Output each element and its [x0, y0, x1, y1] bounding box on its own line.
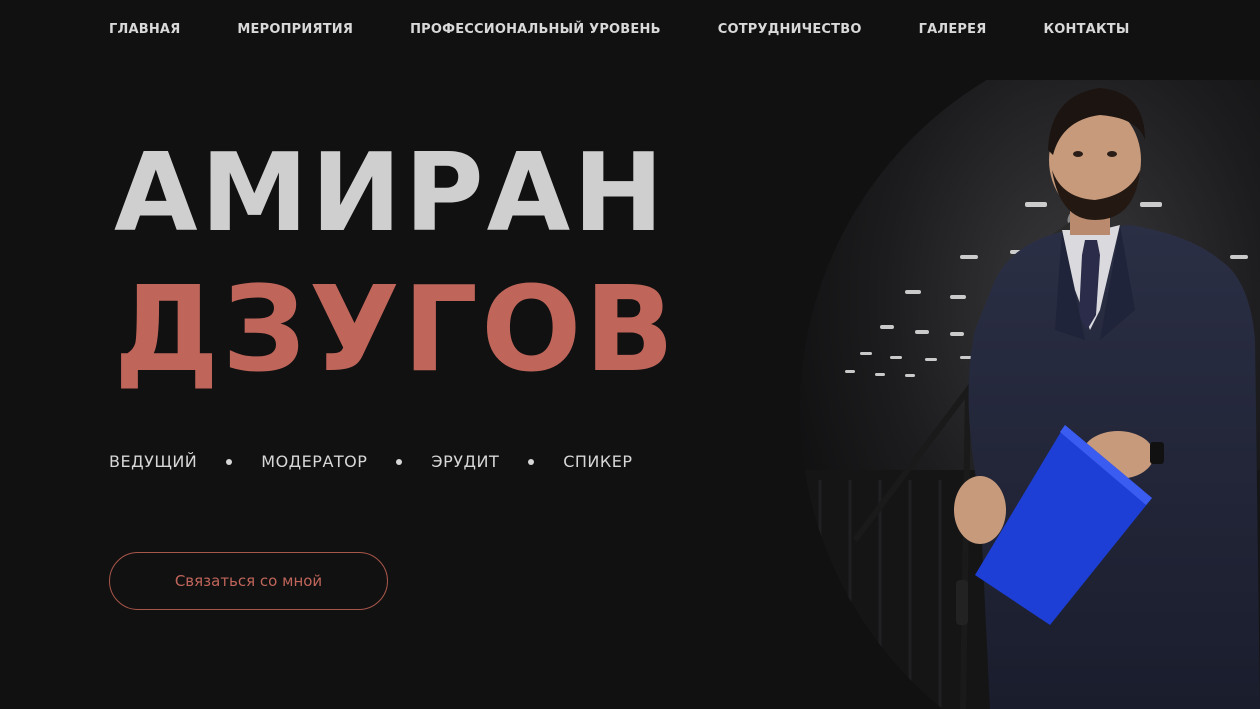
nav-item-events[interactable]: МЕРОПРИЯТИЯ — [237, 22, 353, 37]
bullet-dot-icon — [528, 458, 535, 465]
hero-last-name: ДЗУГОВ — [114, 260, 678, 398]
role-moderator: МОДЕРАТОР — [261, 452, 368, 471]
bullet-dot-icon — [396, 458, 403, 465]
role-speaker: СПИКЕР — [563, 452, 633, 471]
page: ГЛАВНАЯ МЕРОПРИЯТИЯ ПРОФЕССИОНАЛЬНЫЙ УРО… — [0, 0, 1260, 709]
role-host: ВЕДУЩИЙ — [109, 452, 198, 471]
hero-first-name: АМИРАН — [114, 131, 667, 256]
nav-item-contacts[interactable]: КОНТАКТЫ — [1043, 22, 1129, 37]
main-nav: ГЛАВНАЯ МЕРОПРИЯТИЯ ПРОФЕССИОНАЛЬНЫЙ УРО… — [109, 22, 1130, 37]
nav-item-gallery[interactable]: ГАЛЕРЕЯ — [919, 22, 987, 37]
role-erudite: ЭРУДИТ — [431, 452, 500, 471]
nav-item-cooperation[interactable]: СОТРУДНИЧЕСТВО — [718, 22, 862, 37]
roles-list: ВЕДУЩИЙ МОДЕРАТОР ЭРУДИТ СПИКЕР — [109, 452, 633, 471]
nav-item-home[interactable]: ГЛАВНАЯ — [109, 22, 180, 37]
bullet-dot-icon — [226, 458, 233, 465]
contact-me-button[interactable]: Связаться со мной — [109, 552, 388, 610]
speaker-photo — [800, 80, 1260, 709]
nav-item-professional-level[interactable]: ПРОФЕССИОНАЛЬНЫЙ УРОВЕНЬ — [410, 22, 661, 37]
